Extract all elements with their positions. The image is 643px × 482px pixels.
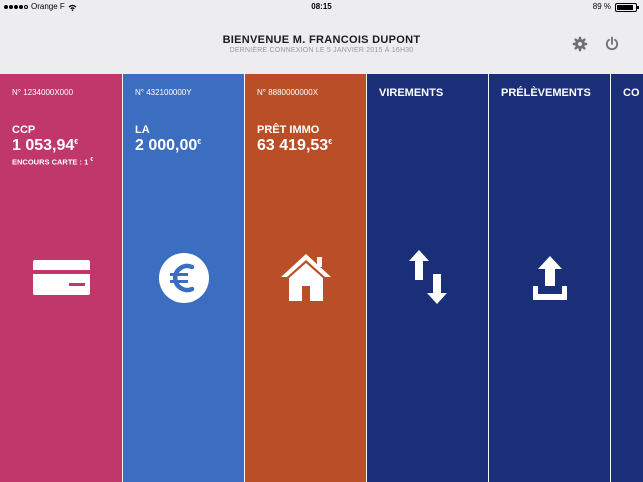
card-outstanding: ENCOURS CARTE : 1 € — [12, 157, 94, 167]
last-connection: DERNIÈRE CONNEXION LE 5 JANVIER 2015 À 1… — [229, 47, 414, 54]
clock: 08:15 — [311, 2, 332, 11]
battery-percent: 89 % — [592, 2, 611, 11]
dashboard-tiles: N° 1234000X000 CCP 1 053,94€ ENCOURS CAR… — [0, 74, 643, 482]
prelevements-tile[interactable]: PRÉLÈVEMENTS — [489, 74, 610, 482]
virements-title: VIREMENTS — [379, 87, 444, 99]
home-icon — [281, 254, 331, 301]
upload-icon — [533, 256, 567, 300]
account-tile-ccp[interactable]: N° 1234000X000 CCP 1 053,94€ ENCOURS CAR… — [0, 74, 122, 482]
credit-card-icon — [33, 260, 90, 295]
virements-tile[interactable]: VIREMENTS — [367, 74, 488, 482]
prelevements-title: PRÉLÈVEMENTS — [501, 87, 591, 99]
account-tile-la[interactable]: N° 432100000Y LA 2 000,00€ — [123, 74, 244, 482]
account-name: CCP — [12, 124, 36, 136]
account-balance: 1 053,94€ — [12, 137, 79, 154]
partial-action-title: CO — [623, 87, 640, 99]
transfer-arrows-icon — [409, 250, 447, 304]
account-number: N° 432100000Y — [135, 88, 192, 97]
gear-icon[interactable] — [572, 36, 588, 52]
account-tile-pret-immo[interactable]: N° 8880000000X PRÊT IMMO 63 419,53€ — [245, 74, 366, 482]
account-number: N° 1234000X000 — [12, 88, 74, 97]
app-header: BIENVENUE M. FRANCOIS DUPONT DERNIÈRE CO… — [0, 14, 643, 74]
account-number: N° 8880000000X — [257, 88, 319, 97]
account-name: LA — [135, 124, 150, 136]
status-bar: Orange F 08:15 89 % — [0, 0, 643, 14]
account-balance: 63 419,53€ — [257, 137, 333, 154]
account-balance: 2 000,00€ — [135, 137, 202, 154]
welcome-title: BIENVENUE M. FRANCOIS DUPONT — [222, 34, 421, 46]
power-icon[interactable] — [604, 36, 620, 52]
partial-action-tile[interactable]: CO — [611, 74, 643, 482]
euro-icon — [159, 253, 209, 303]
battery-info: 89 % — [592, 0, 639, 14]
battery-icon — [615, 3, 639, 12]
account-name: PRÊT IMMO — [257, 124, 320, 136]
